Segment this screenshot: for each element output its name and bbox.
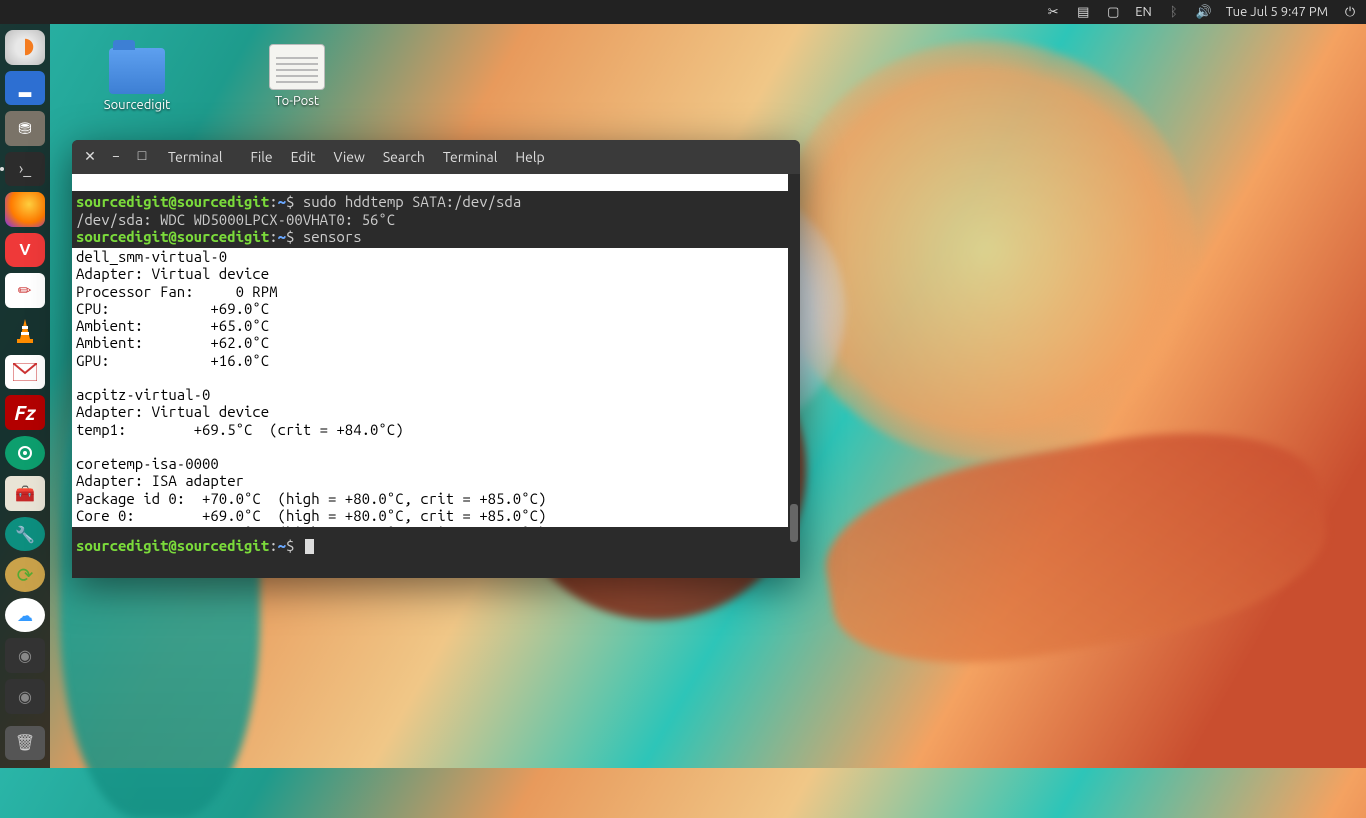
dock-screenshot[interactable] [5,436,45,471]
dock-trash[interactable]: 🗑 [5,726,45,761]
terminal-window: ✕ – □ Terminal File Edit View Search Ter… [72,140,800,578]
dock-firefox[interactable] [5,192,45,227]
desktop-icon-label: Sourcedigit [92,98,182,112]
desktop-folder-sourcedigit[interactable]: Sourcedigit [92,48,182,112]
tray-display-icon[interactable]: ▢ [1105,4,1121,20]
dock-filezilla[interactable]: Fz [5,395,45,430]
dock-vivaldi[interactable]: V [5,233,45,268]
dock: ▂ ⛃ ›_ V ✎ Fz 🧰 🔧 ⟳ ☁ ◉ ◉ 🗑 [0,24,50,768]
tray-scissors-icon[interactable]: ✂ [1045,4,1061,20]
document-icon [269,44,325,90]
tray-volume-icon[interactable]: 🔊 [1196,4,1212,20]
terminal-body[interactable]: sourcedigit@sourcedigit:~$ sudo hddtemp … [72,174,800,578]
tray-bluetooth-icon[interactable]: ᛒ [1166,4,1182,20]
desktop-document-topost[interactable]: To-Post [252,44,342,108]
terminal-titlebar[interactable]: ✕ – □ Terminal File Edit View Search Ter… [72,140,800,174]
window-close-icon[interactable]: ✕ [82,149,98,166]
menu-edit[interactable]: Edit [287,149,320,165]
dock-software[interactable]: 🧰 [5,476,45,511]
menu-terminal[interactable]: Terminal [439,149,502,165]
terminal-prompt-current: sourcedigit@sourcedigit:~$ [72,527,800,578]
dock-disks[interactable]: ⛃ [5,111,45,146]
terminal-scrollback-top: sourcedigit@sourcedigit:~$ sudo hddtemp … [72,191,800,248]
terminal-output-sensors: dell_smm-virtual-0 Adapter: Virtual devi… [76,248,546,541]
window-minimize-icon[interactable]: – [108,149,124,165]
tray-power-icon[interactable]: ⏻ [1342,4,1358,20]
folder-icon [109,48,165,94]
dock-media1[interactable]: ◉ [5,638,45,673]
dock-settings[interactable]: 🔧 [5,517,45,552]
dock-email[interactable] [5,355,45,390]
terminal-scrollbar[interactable] [788,174,800,578]
dock-text-editor[interactable]: ✎ [5,273,45,308]
tray-clipboard-icon[interactable]: ▤ [1075,4,1091,20]
tray-language[interactable]: EN [1135,5,1152,19]
desktop-icon-label: To-Post [252,94,342,108]
wallpaper-art [812,406,1339,690]
wallpaper-art [776,40,1196,460]
terminal-cmd2: sensors [303,228,362,245]
dock-terminal[interactable]: ›_ [5,152,45,187]
menu-help[interactable]: Help [511,149,548,165]
menu-view[interactable]: View [330,149,369,165]
terminal-cmd1: sudo hddtemp SATA:/dev/sda [303,193,521,210]
terminal-scrollthumb[interactable] [790,504,798,542]
menu-file[interactable]: File [247,149,277,165]
tray-datetime[interactable]: Tue Jul 5 9:47 PM [1226,5,1328,19]
dock-show-apps[interactable] [5,30,45,65]
window-maximize-icon[interactable]: □ [134,149,150,165]
menu-search[interactable]: Search [379,149,429,165]
dock-vlc[interactable] [5,314,45,349]
cursor-icon [305,539,314,554]
dock-chat[interactable]: ☁ [5,598,45,633]
terminal-output-hddtemp: /dev/sda: WDC WD5000LPCX-00VHAT0: 56°C [76,211,395,228]
dock-sync[interactable]: ⟳ [5,557,45,592]
dock-files[interactable]: ▂ [5,71,45,106]
window-title: Terminal [168,149,223,165]
dock-media2[interactable]: ◉ [5,679,45,714]
top-panel: ✂ ▤ ▢ EN ᛒ 🔊 Tue Jul 5 9:47 PM ⏻ [0,0,1366,24]
